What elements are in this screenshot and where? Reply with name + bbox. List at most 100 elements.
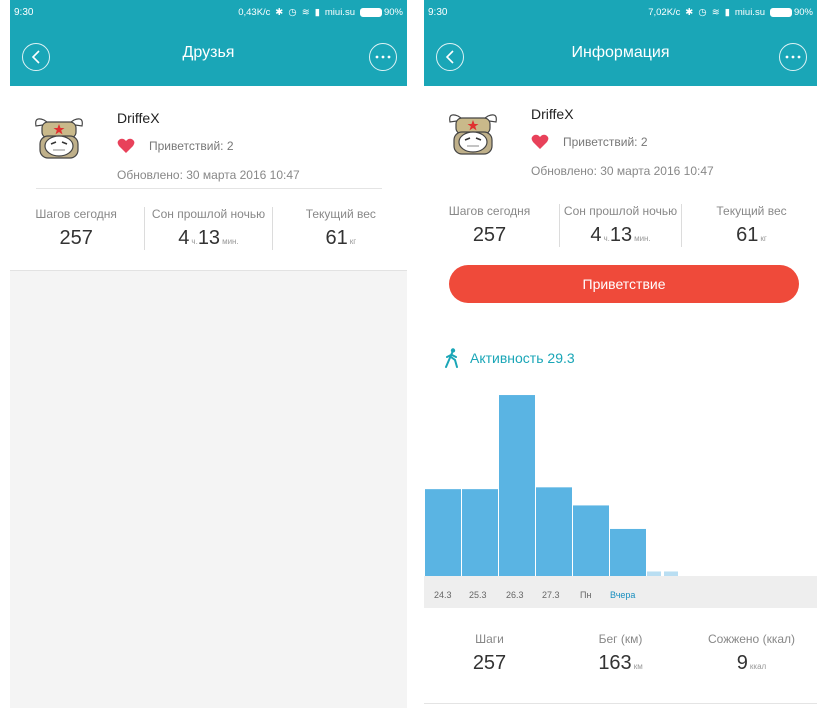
stat-label: Шаги bbox=[475, 632, 504, 646]
sleep-minutes: 13 bbox=[609, 224, 633, 246]
stat-label: Сон прошлой ночью bbox=[151, 207, 266, 221]
status-bar: 9:30 7,02K/с ✱ ◷ ≋ ▮ miui.su 90% bbox=[424, 0, 817, 24]
chart-bar[interactable] bbox=[536, 487, 572, 576]
sleep-hours: 4 bbox=[590, 224, 602, 246]
carrier-name: miui.su bbox=[734, 6, 765, 18]
likes-row: Приветствий: 2 bbox=[531, 134, 648, 150]
divider bbox=[559, 204, 560, 247]
more-button[interactable] bbox=[369, 43, 397, 71]
steps-value: 257 bbox=[472, 224, 507, 246]
weight-unit: кг bbox=[349, 237, 357, 246]
stat-value: 257 bbox=[10, 227, 142, 250]
stat-label: Бег (км) bbox=[598, 632, 643, 646]
minutes-unit: мин. bbox=[222, 237, 239, 246]
divider bbox=[271, 207, 273, 250]
calories-value: 9 bbox=[736, 652, 748, 674]
updated-time: Обновлено: 30 марта 2016 10:47 bbox=[117, 168, 300, 182]
weight-stat: Текущий вес 61 кг bbox=[275, 207, 407, 250]
battery-level: 90% bbox=[793, 6, 813, 18]
x-tick-label: Вчера bbox=[610, 590, 636, 600]
stat-label: Шагов сегодня bbox=[448, 204, 531, 218]
updated-time: Обновлено: 30 марта 2016 10:47 bbox=[531, 164, 714, 178]
stat-label: Сон прошлой ночью bbox=[563, 204, 678, 218]
alarm-icon: ◷ bbox=[288, 6, 297, 18]
minutes-unit: мин. bbox=[634, 234, 651, 243]
weight-unit: кг bbox=[760, 234, 767, 243]
steps-stat: Шагов сегодня 257 bbox=[424, 204, 555, 247]
chart-bar[interactable] bbox=[425, 489, 461, 576]
run-unit: км bbox=[633, 662, 643, 671]
divider bbox=[36, 188, 382, 189]
steps-total-stat: Шаги 257 bbox=[424, 632, 555, 675]
battery-level: 90% bbox=[383, 6, 403, 18]
status-icons: 0,43K/с ✱ ◷ ≋ ▮ miui.su 90% bbox=[238, 7, 403, 18]
stat-value: 4 ч.13 мин. bbox=[142, 227, 274, 250]
chart-bar[interactable] bbox=[610, 528, 646, 576]
avatar bbox=[35, 118, 83, 159]
page-title: Друзья bbox=[182, 44, 235, 61]
wifi-icon: ≋ bbox=[301, 6, 310, 18]
friend-name: DriffeX bbox=[531, 106, 574, 122]
status-time: 9:30 bbox=[14, 6, 34, 18]
more-button[interactable] bbox=[779, 43, 807, 71]
friend-name: DriffeX bbox=[117, 110, 160, 126]
divider bbox=[424, 703, 817, 704]
battery-icon: 90% bbox=[769, 6, 813, 18]
stat-value: 163 км bbox=[555, 652, 686, 675]
battery-icon: 90% bbox=[359, 6, 403, 18]
divider bbox=[681, 204, 682, 247]
avatar bbox=[449, 114, 497, 155]
stat-label: Шагов сегодня bbox=[35, 207, 117, 221]
stat-label: Текущий вес bbox=[305, 207, 376, 221]
sleep-stat: Сон прошлой ночью 4 ч.13 мин. bbox=[555, 204, 686, 247]
likes-row: Приветствий: 2 bbox=[117, 138, 234, 154]
weight-value: 61 bbox=[325, 227, 348, 249]
stat-label: Текущий вес bbox=[716, 204, 787, 218]
stat-value: 9 ккал bbox=[686, 652, 817, 675]
app-bar: Друзья bbox=[10, 24, 407, 86]
chart-bar[interactable] bbox=[499, 395, 535, 576]
more-dots-icon bbox=[785, 55, 801, 59]
steps-stat: Шагов сегодня 257 bbox=[10, 207, 142, 250]
chart-bar[interactable] bbox=[462, 489, 498, 576]
sleep-stat: Сон прошлой ночью 4 ч.13 мин. bbox=[142, 207, 274, 250]
steps-total-value: 257 bbox=[472, 652, 507, 674]
calories-unit: ккал bbox=[749, 662, 767, 671]
sleep-hours: 4 bbox=[178, 227, 190, 249]
divider bbox=[144, 207, 146, 250]
heart-icon bbox=[531, 134, 549, 149]
walking-icon bbox=[445, 348, 458, 368]
x-tick-label: Пн bbox=[580, 590, 592, 600]
info-screen: 9:30 7,02K/с ✱ ◷ ≋ ▮ miui.su 90% Информа… bbox=[424, 0, 817, 708]
stat-label: Сожжено (ккал) bbox=[708, 632, 795, 646]
calories-stat: Сожжено (ккал) 9 ккал bbox=[686, 632, 817, 675]
more-dots-icon bbox=[375, 55, 391, 59]
friends-screen: 9:30 0,43K/с ✱ ◷ ≋ ▮ miui.su 90% Друзья bbox=[10, 0, 407, 708]
x-tick-label: 24.3 bbox=[434, 590, 452, 600]
page-title: Информация bbox=[571, 44, 670, 61]
chart-bar[interactable] bbox=[573, 505, 609, 576]
bluetooth-icon: ✱ bbox=[275, 6, 284, 18]
alarm-icon: ◷ bbox=[698, 6, 707, 18]
greet-button[interactable]: Приветствие bbox=[449, 265, 799, 303]
activity-title: Активность 29.3 bbox=[470, 350, 575, 366]
activity-header: Активность 29.3 bbox=[444, 348, 575, 368]
app-bar: Информация bbox=[424, 24, 817, 86]
x-tick-label: 26.3 bbox=[506, 590, 524, 600]
likes-count: Приветствий: 2 bbox=[563, 135, 648, 149]
weight-stat: Текущий вес 61 кг bbox=[686, 204, 817, 247]
heart-icon bbox=[117, 138, 135, 153]
activity-chart[interactable]: 24.3 25.3 26.3 27.3 Пн Вчера bbox=[424, 378, 817, 610]
run-stat: Бег (км) 163 км bbox=[555, 632, 686, 675]
steps-value: 257 bbox=[59, 227, 93, 249]
activity-stats-row: Шаги 257 Бег (км) 163 км Сожжено (ккал) 9… bbox=[424, 632, 817, 675]
signal-icon: ▮ bbox=[314, 6, 320, 18]
network-speed: 0,43K/с bbox=[238, 6, 271, 18]
weight-value: 61 bbox=[736, 224, 759, 246]
network-speed: 7,02K/с bbox=[648, 6, 681, 18]
status-time: 9:30 bbox=[428, 6, 448, 18]
x-tick-label: 27.3 bbox=[542, 590, 560, 600]
stat-value: 257 bbox=[424, 224, 555, 247]
stat-value: 61 кг bbox=[275, 227, 407, 250]
carrier-name: miui.su bbox=[324, 6, 355, 18]
